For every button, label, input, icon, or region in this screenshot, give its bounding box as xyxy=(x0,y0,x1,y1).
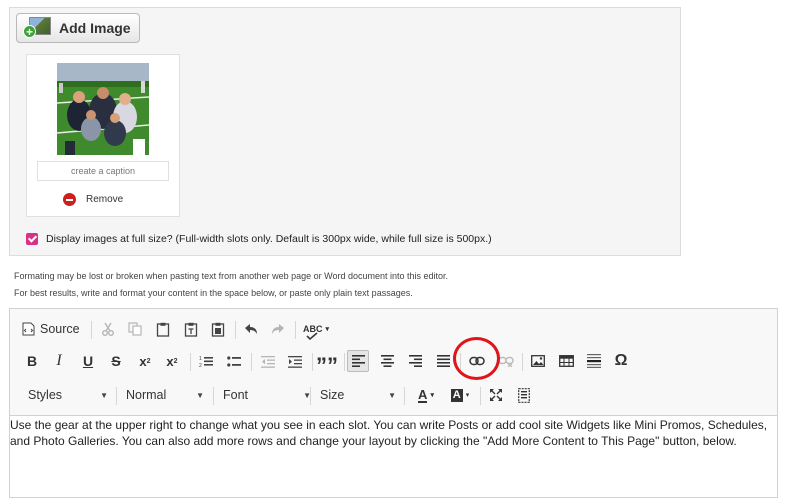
underline-button[interactable]: U xyxy=(79,350,97,372)
svg-text:1: 1 xyxy=(199,356,202,362)
format-label: Normal xyxy=(126,388,167,402)
remove-image-button[interactable]: Remove xyxy=(63,193,123,206)
insert-image-icon[interactable] xyxy=(528,350,548,372)
chevron-down-icon: ▾ xyxy=(325,326,329,333)
fullsize-checkbox[interactable] xyxy=(26,233,38,245)
source-icon xyxy=(22,322,35,336)
background-color-button[interactable]: A ▾ xyxy=(447,384,473,406)
rich-text-editor: Source ABC ▾ B I U S x 2 x 2 1 2 ” ” Ω S… xyxy=(9,308,778,498)
chevron-down-icon: ▼ xyxy=(388,390,396,400)
paste-advice-note: For best results, write and format your … xyxy=(14,288,413,298)
cut-icon[interactable] xyxy=(98,318,118,340)
fullsize-label: Display images at full size? (Full-width… xyxy=(46,233,492,245)
svg-text:2: 2 xyxy=(199,363,202,368)
outdent-icon[interactable] xyxy=(258,350,278,372)
styles-dropdown[interactable]: Styles ▼ xyxy=(28,384,108,406)
uploaded-photo[interactable] xyxy=(57,63,149,155)
numbered-list-icon[interactable]: 12 xyxy=(196,350,216,372)
spellcheck-icon: ABC xyxy=(303,324,322,340)
fullsize-option: Display images at full size? (Full-width… xyxy=(26,233,492,245)
toolbar-row-1: Source ABC ▾ xyxy=(10,318,777,344)
size-dropdown[interactable]: Size ▼ xyxy=(320,384,396,406)
chevron-down-icon: ▾ xyxy=(430,392,434,399)
strikethrough-button[interactable]: S xyxy=(107,350,125,372)
size-label: Size xyxy=(320,388,345,402)
paste-icon[interactable] xyxy=(153,318,173,340)
bulleted-list-icon[interactable] xyxy=(224,350,244,372)
font-dropdown[interactable]: Font ▼ xyxy=(223,384,311,406)
special-char-icon[interactable]: Ω xyxy=(611,350,631,372)
subscript-icon[interactable]: x2 xyxy=(135,350,155,372)
maximize-icon[interactable] xyxy=(486,384,506,406)
undo-icon[interactable] xyxy=(241,318,261,340)
align-right-icon[interactable] xyxy=(405,350,425,372)
horizontal-line-icon[interactable] xyxy=(584,350,604,372)
bold-button[interactable]: B xyxy=(23,350,41,372)
remove-label: Remove xyxy=(86,194,124,205)
caption-input[interactable] xyxy=(37,161,169,181)
editor-content[interactable]: Use the gear at the upper right to chang… xyxy=(10,417,777,449)
background-color-icon: A xyxy=(450,388,463,402)
add-image-button[interactable]: + Add Image xyxy=(16,13,140,43)
superscript-icon[interactable]: x2 xyxy=(162,350,182,372)
chevron-down-icon: ▾ xyxy=(465,392,470,399)
copy-icon[interactable] xyxy=(125,318,145,340)
spellcheck-button[interactable]: ABC ▾ xyxy=(302,318,330,340)
remove-icon xyxy=(63,193,76,206)
unlink-icon[interactable] xyxy=(496,350,516,372)
text-color-icon: A xyxy=(418,386,428,403)
toolbar-row-3: Styles ▼ Normal ▼ Font ▼ Size ▼ A ▾ A ▾ xyxy=(10,384,777,410)
text-color-button[interactable]: A ▾ xyxy=(413,384,439,406)
format-dropdown[interactable]: Normal ▼ xyxy=(126,384,204,406)
chevron-down-icon: ▼ xyxy=(196,390,204,400)
chevron-down-icon: ▼ xyxy=(100,390,108,400)
blockquote-icon[interactable]: ”” xyxy=(316,350,338,376)
paste-warning-note: Formating may be lost or broken when pas… xyxy=(14,271,449,281)
paste-word-icon[interactable] xyxy=(208,318,228,340)
source-button[interactable]: Source xyxy=(22,318,84,340)
add-photo-icon: + xyxy=(23,17,51,39)
add-image-label: Add Image xyxy=(59,20,131,36)
align-left-icon[interactable] xyxy=(347,350,369,372)
font-label: Font xyxy=(223,388,249,402)
table-icon[interactable] xyxy=(556,350,576,372)
styles-label: Styles xyxy=(28,388,63,402)
image-card: Remove xyxy=(26,54,180,217)
source-label: Source xyxy=(40,322,80,336)
toolbar-row-2: B I U S x2 x2 12 ”” Ω xyxy=(10,350,777,376)
editor-toolbar: Source ABC ▾ B I U S x 2 x 2 1 2 ” ” Ω S… xyxy=(10,309,777,416)
paste-text-icon[interactable] xyxy=(181,318,201,340)
align-center-icon[interactable] xyxy=(377,350,397,372)
show-blocks-icon[interactable] xyxy=(514,384,534,406)
align-justify-icon[interactable] xyxy=(433,350,453,372)
italic-button[interactable]: I xyxy=(50,350,68,372)
indent-icon[interactable] xyxy=(285,350,305,372)
redo-icon[interactable] xyxy=(268,318,288,340)
image-panel: + Add Image create a caption Remove Disp… xyxy=(9,7,681,256)
link-icon[interactable] xyxy=(466,350,488,372)
